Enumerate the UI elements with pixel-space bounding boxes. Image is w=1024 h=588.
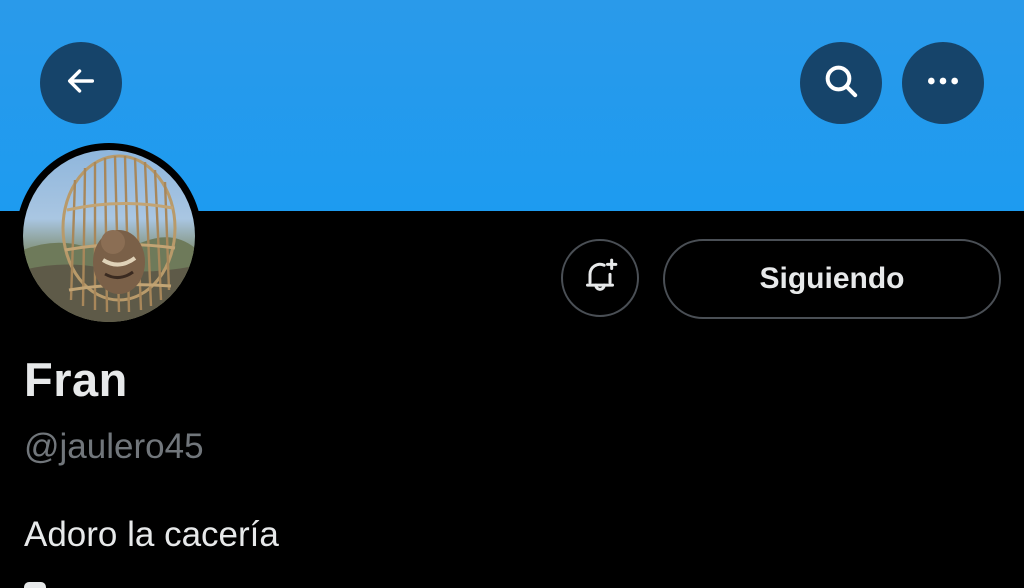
more-options-button[interactable] <box>902 42 984 124</box>
avatar-image <box>23 150 195 322</box>
profile-bio: Adoro la cacería <box>24 515 279 554</box>
profile-display-name: Fran <box>24 353 128 406</box>
truncated-text-line <box>24 578 424 588</box>
following-button-label: Siguiendo <box>759 262 905 295</box>
following-button[interactable]: Siguiendo <box>663 239 1001 319</box>
more-horizontal-icon <box>923 61 963 106</box>
profile-page: Siguiendo Fran @jaulero45 Adoro la cacer… <box>0 0 1024 588</box>
back-button[interactable] <box>40 42 122 124</box>
arrow-left-icon <box>64 64 98 103</box>
profile-handle: @jaulero45 <box>24 427 204 466</box>
notifications-button[interactable] <box>561 239 639 317</box>
bell-plus-icon <box>580 256 620 301</box>
search-button[interactable] <box>800 42 882 124</box>
avatar[interactable] <box>16 143 202 329</box>
search-icon <box>821 61 861 106</box>
